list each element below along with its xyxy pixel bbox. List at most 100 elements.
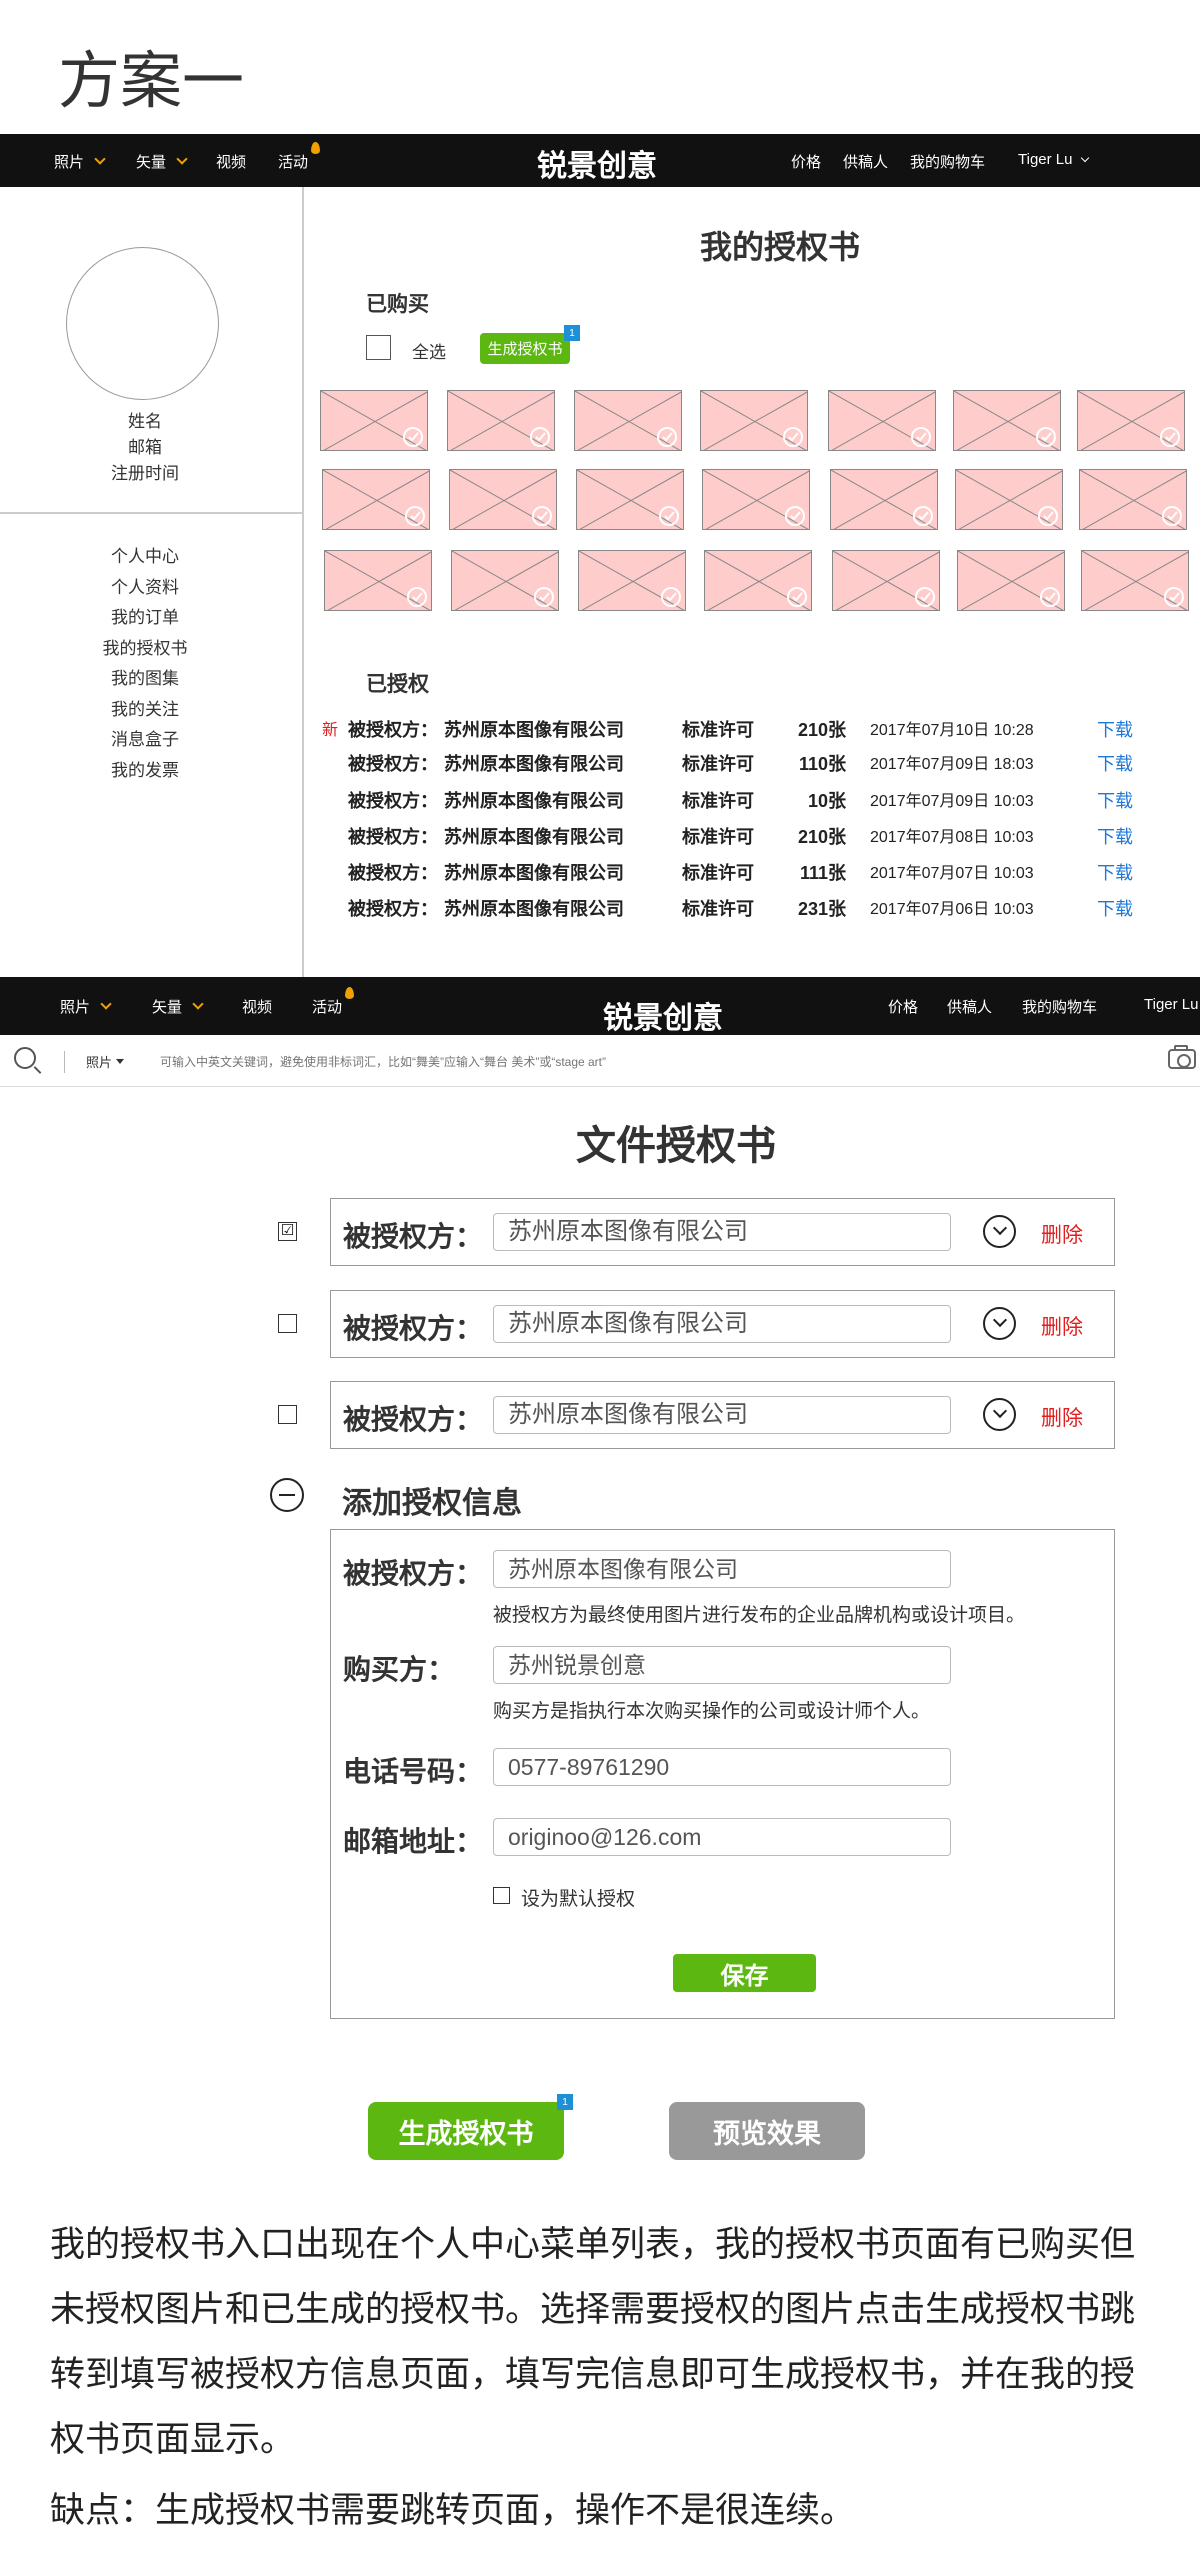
file-license-title: 文件授权书 — [576, 1124, 776, 1168]
email-input[interactable]: originoo@126.com — [493, 1818, 951, 1856]
collapse-icon[interactable] — [270, 1478, 304, 1512]
search-input[interactable] — [160, 1049, 1140, 1075]
image-thumbnail[interactable] — [449, 469, 557, 530]
image-thumbnail[interactable] — [957, 550, 1065, 611]
nav-cart[interactable]: 我的购物车 — [910, 151, 985, 172]
preview-button[interactable]: 预览效果 — [669, 2102, 865, 2160]
camera-icon[interactable] — [1168, 1045, 1196, 1069]
brand-logo[interactable]: 锐景创意 — [537, 141, 657, 185]
side-menu-item[interactable]: 我的发票 — [0, 756, 290, 787]
image-thumbnail[interactable] — [574, 390, 682, 451]
caret-down-icon[interactable] — [116, 1059, 124, 1064]
nav-item-video[interactable]: 视频 — [216, 151, 246, 172]
image-thumbnail[interactable] — [700, 390, 808, 451]
chevron-down-icon — [192, 998, 204, 1010]
image-count: 210张 — [797, 827, 846, 847]
company-name: 苏州原本图像有限公司 — [444, 754, 624, 774]
chevron-down-icon[interactable] — [983, 1398, 1016, 1431]
chevron-down-icon[interactable] — [983, 1215, 1016, 1248]
download-link[interactable]: 下载 — [1097, 859, 1133, 885]
generate-license-button[interactable]: 生成授权书 — [480, 333, 570, 364]
nav-contributor[interactable]: 供稿人 — [843, 151, 888, 172]
image-thumbnail[interactable] — [451, 550, 559, 611]
image-thumbnail[interactable] — [447, 390, 555, 451]
side-menu-item[interactable]: 个人中心 — [0, 542, 290, 573]
licensee-field[interactable]: 苏州原本图像有限公司 — [493, 1305, 951, 1343]
user-menu[interactable]: Tiger Lu — [1144, 996, 1198, 1013]
download-link[interactable]: 下载 — [1097, 787, 1133, 813]
image-thumbnail[interactable] — [1079, 469, 1187, 530]
nav-item-vector[interactable]: 矢量 — [136, 151, 188, 172]
chevron-down-icon — [94, 153, 106, 165]
count-badge: 1 — [557, 2094, 573, 2110]
side-menu-item[interactable]: 个人资料 — [0, 573, 290, 604]
nav-item-photo[interactable]: 照片 — [54, 151, 106, 172]
image-thumbnail[interactable] — [953, 390, 1061, 451]
nav-contributor[interactable]: 供稿人 — [947, 996, 992, 1017]
side-menu-item[interactable]: 消息盒子 — [0, 725, 290, 756]
image-thumbnail[interactable] — [322, 469, 430, 530]
image-thumbnail[interactable] — [830, 469, 938, 530]
license-info-form: 被授权方： 苏州原本图像有限公司 被授权方为最终使用图片进行发布的企业品牌机构或… — [330, 1529, 1115, 2019]
image-thumbnail[interactable] — [324, 550, 432, 611]
licensee-field[interactable]: 苏州原本图像有限公司 — [493, 1213, 951, 1251]
image-thumbnail[interactable] — [702, 469, 810, 530]
user-menu[interactable]: Tiger Lu — [1018, 151, 1090, 168]
delete-button[interactable]: 删除 — [1041, 1402, 1083, 1432]
nav-item-vector[interactable]: 矢量 — [152, 996, 204, 1017]
select-all-checkbox[interactable] — [366, 335, 391, 360]
default-license-checkbox[interactable] — [493, 1887, 510, 1904]
image-thumbnail[interactable] — [578, 550, 686, 611]
image-thumbnail[interactable] — [320, 390, 428, 451]
licensee-checkbox[interactable] — [278, 1314, 297, 1333]
nav-item-video[interactable]: 视频 — [242, 996, 272, 1017]
bought-heading: 已购买 — [366, 293, 429, 316]
generate-license-button[interactable]: 生成授权书 — [368, 2102, 564, 2160]
nav-price[interactable]: 价格 — [888, 996, 918, 1017]
nav-cart[interactable]: 我的购物车 — [1022, 996, 1097, 1017]
download-link[interactable]: 下载 — [1097, 716, 1133, 742]
email-label: 邮箱地址： — [343, 1826, 484, 1857]
licensee-checkbox[interactable]: ☑ — [278, 1222, 297, 1241]
flame-icon — [345, 987, 355, 999]
image-thumbnail[interactable] — [704, 550, 812, 611]
drawback-note: 缺点：生成授权书需要跳转页面，操作不是很连续。 — [50, 2491, 856, 2530]
search-category[interactable]: 照片 — [86, 1052, 112, 1071]
image-thumbnail[interactable] — [576, 469, 684, 530]
side-menu-item[interactable]: 我的订单 — [0, 603, 290, 634]
side-menu-item[interactable]: 我的关注 — [0, 695, 290, 726]
nav-price[interactable]: 价格 — [791, 151, 821, 172]
company-name: 苏州原本图像有限公司 — [444, 863, 624, 883]
image-thumbnail[interactable] — [955, 469, 1063, 530]
delete-button[interactable]: 删除 — [1041, 1219, 1083, 1249]
image-thumbnail[interactable] — [1081, 550, 1189, 611]
download-link[interactable]: 下载 — [1097, 823, 1133, 849]
licensee-checkbox[interactable] — [278, 1405, 297, 1424]
flame-icon — [311, 142, 321, 154]
license-type: 标准许可 — [682, 899, 754, 919]
image-thumbnail[interactable] — [832, 550, 940, 611]
nav-item-event[interactable]: 活动 — [312, 987, 355, 1017]
side-menu-item[interactable]: 我的图集 — [0, 664, 290, 695]
image-thumbnail[interactable] — [1077, 390, 1185, 451]
side-menu-item[interactable]: 我的授权书 — [0, 634, 290, 665]
save-button[interactable]: 保存 — [673, 1954, 816, 1992]
description: 我的授权书入口出现在个人中心菜单列表，我的授权书页面有已购买但未授权图片和已生成… — [50, 2225, 1136, 2459]
delete-button[interactable]: 删除 — [1041, 1311, 1083, 1341]
licensee-input[interactable]: 苏州原本图像有限公司 — [493, 1550, 951, 1588]
nav-item-event[interactable]: 活动 — [278, 142, 321, 172]
nav-item-photo[interactable]: 照片 — [60, 996, 112, 1017]
brand-logo[interactable]: 锐景创意 — [603, 993, 723, 1037]
table-row: 新 被授权方： 苏州原本图像有限公司 标准许可 210张 2017年07月10日… — [322, 716, 1162, 746]
download-link[interactable]: 下载 — [1097, 895, 1133, 921]
licensee-field[interactable]: 苏州原本图像有限公司 — [493, 1396, 951, 1434]
image-thumbnail[interactable] — [828, 390, 936, 451]
buyer-note: 购买方是指执行本次购买操作的公司或设计师个人。 — [493, 1701, 931, 1722]
download-link[interactable]: 下载 — [1097, 750, 1133, 776]
licensee-label: 被授权方： — [348, 720, 438, 740]
avatar[interactable] — [66, 247, 219, 400]
buyer-input[interactable]: 苏州锐景创意 — [493, 1646, 951, 1684]
search-icon[interactable] — [14, 1047, 36, 1069]
phone-input[interactable]: 0577-89761290 — [493, 1748, 951, 1786]
chevron-down-icon[interactable] — [983, 1307, 1016, 1340]
